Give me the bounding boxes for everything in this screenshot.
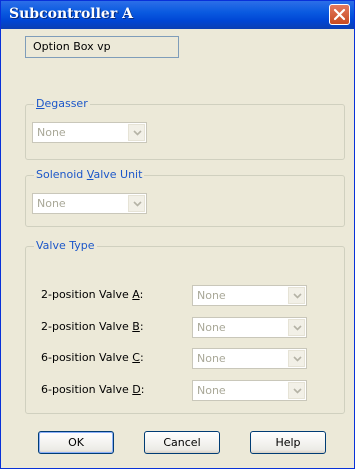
degasser-value: None bbox=[37, 126, 66, 139]
chevron-down-icon bbox=[293, 356, 302, 362]
solenoid-valve-unit-value: None bbox=[37, 197, 66, 210]
valve-d-select[interactable]: None bbox=[192, 380, 307, 401]
title-bar[interactable]: Subcontroller A bbox=[1, 1, 354, 29]
valve-c-value: None bbox=[197, 352, 226, 365]
valve-b-dropdown-button[interactable] bbox=[288, 319, 305, 336]
valve-d-value: None bbox=[197, 384, 226, 397]
valve-d-label: 6-position Valve D: bbox=[41, 383, 145, 396]
close-button[interactable] bbox=[329, 4, 350, 25]
valve-type-label: Valve Type bbox=[34, 239, 97, 253]
valve-c-dropdown-button[interactable] bbox=[288, 350, 305, 367]
chevron-down-icon bbox=[293, 325, 302, 331]
chevron-down-icon bbox=[133, 201, 142, 207]
valve-c-select[interactable]: None bbox=[192, 348, 307, 369]
valve-a-dropdown-button[interactable] bbox=[288, 287, 305, 304]
solenoid-valve-unit-label: Solenoid Valve Unit bbox=[34, 168, 145, 182]
valve-b-label: 2-position Valve B: bbox=[41, 320, 144, 333]
window-title: Subcontroller A bbox=[9, 6, 133, 22]
help-button[interactable]: Help bbox=[250, 431, 326, 454]
close-icon bbox=[333, 8, 346, 21]
solenoid-valve-unit-select[interactable]: None bbox=[32, 193, 147, 214]
chevron-down-icon bbox=[293, 388, 302, 394]
valve-a-value: None bbox=[197, 289, 226, 302]
valve-b-value: None bbox=[197, 321, 226, 334]
cancel-button[interactable]: Cancel bbox=[144, 431, 220, 454]
option-box-field: Option Box vp bbox=[25, 36, 179, 58]
valve-a-label: 2-position Valve A: bbox=[41, 288, 144, 301]
ok-button[interactable]: OK bbox=[38, 431, 114, 454]
dialog-window: Subcontroller A Option Box vp Degasser N… bbox=[0, 0, 355, 469]
degasser-select[interactable]: None bbox=[32, 122, 147, 143]
valve-c-label: 6-position Valve C: bbox=[41, 351, 144, 364]
solenoid-dropdown-button[interactable] bbox=[128, 195, 145, 212]
valve-a-select[interactable]: None bbox=[192, 285, 307, 306]
degasser-dropdown-button[interactable] bbox=[128, 124, 145, 141]
chevron-down-icon bbox=[133, 130, 142, 136]
chevron-down-icon bbox=[293, 293, 302, 299]
valve-b-select[interactable]: None bbox=[192, 317, 307, 338]
valve-d-dropdown-button[interactable] bbox=[288, 382, 305, 399]
degasser-label: Degasser bbox=[34, 97, 90, 111]
